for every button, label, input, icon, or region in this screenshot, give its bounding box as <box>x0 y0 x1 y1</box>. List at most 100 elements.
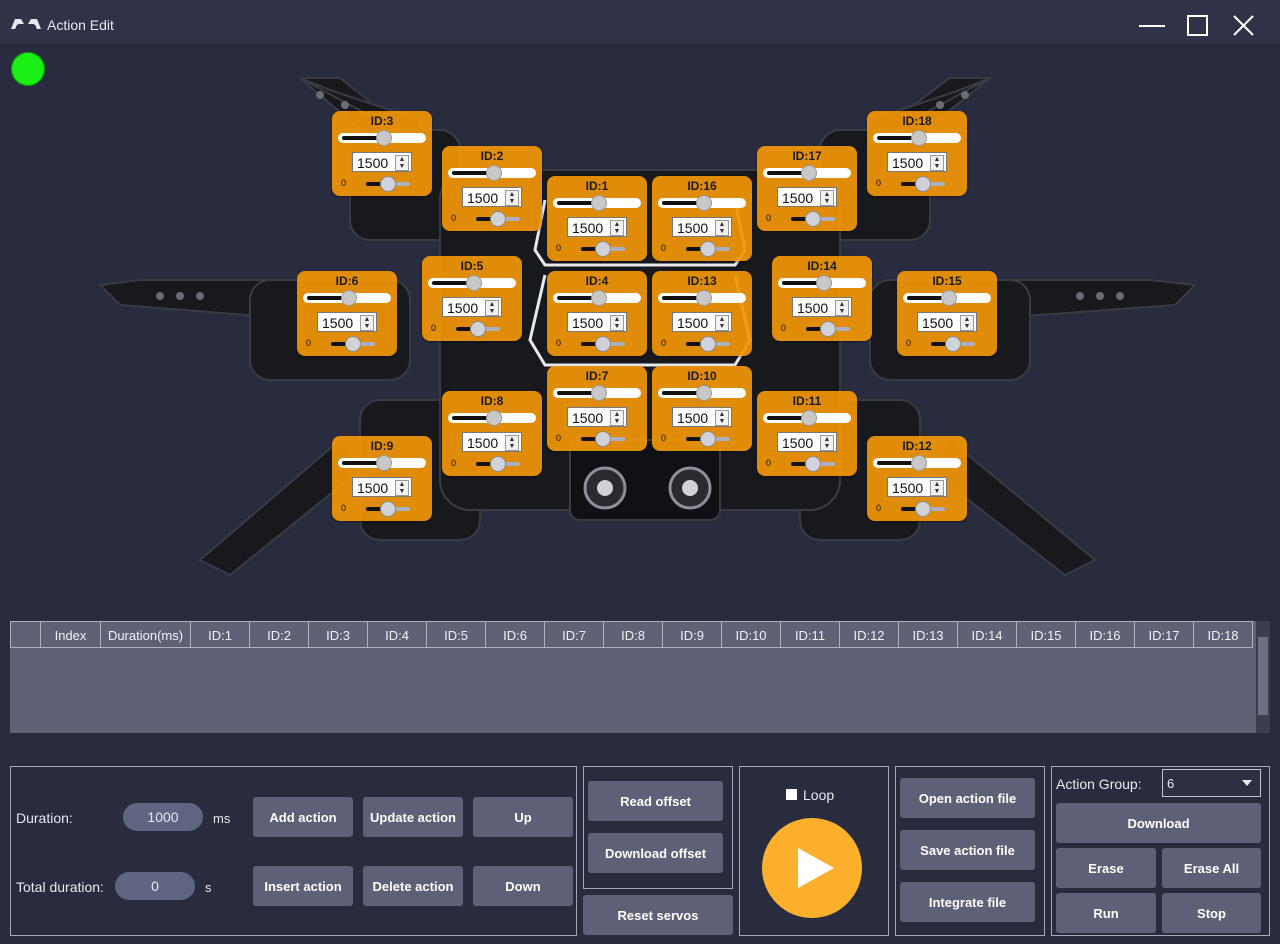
servo-value-spinbox[interactable]: 1500 ▲ ▼ <box>352 477 412 497</box>
run-button[interactable]: Run <box>1056 893 1156 933</box>
minimize-icon[interactable] <box>1137 10 1167 40</box>
close-icon[interactable] <box>1229 10 1259 40</box>
table-column-header[interactable]: ID:3 <box>309 621 368 648</box>
servo-value-spinbox[interactable]: 1500 ▲ ▼ <box>887 152 947 172</box>
delete-action-button[interactable]: Delete action <box>363 866 463 906</box>
table-scrollbar[interactable] <box>1256 621 1270 733</box>
table-column-header[interactable]: Duration(ms) <box>101 621 191 648</box>
spin-arrows-icon[interactable]: ▲ ▼ <box>610 410 624 426</box>
servo-position-slider[interactable] <box>763 410 851 426</box>
servo-position-slider[interactable] <box>658 385 746 401</box>
spin-arrows-icon[interactable]: ▲ ▼ <box>715 220 729 236</box>
servo-value-spinbox[interactable]: 1500 ▲ ▼ <box>442 297 502 317</box>
servo-value-spinbox[interactable]: 1500 ▲ ▼ <box>462 187 522 207</box>
slider-handle[interactable] <box>696 290 712 306</box>
servo-position-slider[interactable] <box>553 290 641 306</box>
spin-arrows-icon[interactable]: ▲ ▼ <box>505 190 519 206</box>
slider-handle[interactable] <box>911 130 927 146</box>
table-column-header[interactable]: ID:8 <box>604 621 663 648</box>
servo-offset-slider[interactable] <box>366 176 410 192</box>
spin-arrows-icon[interactable]: ▲ ▼ <box>835 300 849 316</box>
slider-handle[interactable] <box>700 336 716 352</box>
slider-handle[interactable] <box>591 385 607 401</box>
servo-offset-slider[interactable] <box>366 501 410 517</box>
slider-handle[interactable] <box>490 211 506 227</box>
servo-value-spinbox[interactable]: 1500 ▲ ▼ <box>672 312 732 332</box>
servo-position-slider[interactable] <box>303 290 391 306</box>
table-column-header[interactable]: ID:4 <box>368 621 427 648</box>
slider-handle[interactable] <box>945 336 961 352</box>
slider-handle[interactable] <box>700 431 716 447</box>
table-column-header[interactable]: ID:12 <box>840 621 899 648</box>
servo-position-slider[interactable] <box>338 130 426 146</box>
table-column-header[interactable]: ID:1 <box>191 621 250 648</box>
save-action-file-button[interactable]: Save action file <box>900 830 1035 870</box>
slider-handle[interactable] <box>341 290 357 306</box>
slider-handle[interactable] <box>696 195 712 211</box>
spin-arrows-icon[interactable]: ▲ ▼ <box>820 435 834 451</box>
spin-arrows-icon[interactable]: ▲ ▼ <box>930 155 944 171</box>
spin-arrows-icon[interactable]: ▲ ▼ <box>395 155 409 171</box>
update-action-button[interactable]: Update action <box>363 797 463 837</box>
servo-value-spinbox[interactable]: 1500 ▲ ▼ <box>317 312 377 332</box>
table-column-header[interactable]: ID:16 <box>1076 621 1135 648</box>
servo-offset-slider[interactable] <box>581 431 625 447</box>
servo-offset-slider[interactable] <box>476 456 520 472</box>
integrate-file-button[interactable]: Integrate file <box>900 882 1035 922</box>
servo-position-slider[interactable] <box>448 165 536 181</box>
servo-position-slider[interactable] <box>658 290 746 306</box>
table-column-header[interactable]: ID:17 <box>1135 621 1194 648</box>
table-column-header[interactable]: ID:13 <box>899 621 958 648</box>
servo-offset-slider[interactable] <box>806 321 850 337</box>
move-down-button[interactable]: Down <box>473 866 573 906</box>
servo-position-slider[interactable] <box>778 275 866 291</box>
servo-value-spinbox[interactable]: 1500 ▲ ▼ <box>887 477 947 497</box>
servo-offset-slider[interactable] <box>331 336 375 352</box>
table-column-header[interactable]: ID:7 <box>545 621 604 648</box>
slider-handle[interactable] <box>915 501 931 517</box>
slider-handle[interactable] <box>801 410 817 426</box>
spin-arrows-icon[interactable]: ▲ ▼ <box>930 480 944 496</box>
table-column-header[interactable]: ID:2 <box>250 621 309 648</box>
stop-button[interactable]: Stop <box>1162 893 1261 933</box>
erase-all-button[interactable]: Erase All <box>1162 848 1261 888</box>
servo-value-spinbox[interactable]: 1500 ▲ ▼ <box>567 217 627 237</box>
servo-offset-slider[interactable] <box>686 241 730 257</box>
servo-value-spinbox[interactable]: 1500 ▲ ▼ <box>567 312 627 332</box>
servo-offset-slider[interactable] <box>456 321 500 337</box>
reset-servos-button[interactable]: Reset servos <box>583 895 733 935</box>
read-offset-button[interactable]: Read offset <box>588 781 723 821</box>
servo-value-spinbox[interactable]: 1500 ▲ ▼ <box>567 407 627 427</box>
servo-offset-slider[interactable] <box>686 336 730 352</box>
download-group-button[interactable]: Download <box>1056 803 1261 843</box>
servo-offset-slider[interactable] <box>791 456 835 472</box>
servo-position-slider[interactable] <box>338 455 426 471</box>
servo-value-spinbox[interactable]: 1500 ▲ ▼ <box>352 152 412 172</box>
servo-offset-slider[interactable] <box>581 336 625 352</box>
slider-handle[interactable] <box>595 431 611 447</box>
servo-offset-slider[interactable] <box>476 211 520 227</box>
servo-position-slider[interactable] <box>873 455 961 471</box>
servo-offset-slider[interactable] <box>901 501 945 517</box>
servo-offset-slider[interactable] <box>581 241 625 257</box>
table-scrollbar-thumb[interactable] <box>1258 637 1268 715</box>
table-column-header[interactable]: ID:5 <box>427 621 486 648</box>
servo-position-slider[interactable] <box>873 130 961 146</box>
slider-handle[interactable] <box>376 130 392 146</box>
slider-handle[interactable] <box>805 211 821 227</box>
slider-handle[interactable] <box>376 455 392 471</box>
servo-offset-slider[interactable] <box>931 336 975 352</box>
servo-position-slider[interactable] <box>428 275 516 291</box>
servo-offset-slider[interactable] <box>686 431 730 447</box>
slider-handle[interactable] <box>941 290 957 306</box>
spin-arrows-icon[interactable]: ▲ ▼ <box>610 315 624 331</box>
slider-handle[interactable] <box>486 165 502 181</box>
spin-arrows-icon[interactable]: ▲ ▼ <box>610 220 624 236</box>
table-column-header[interactable] <box>10 621 41 648</box>
add-action-button[interactable]: Add action <box>253 797 353 837</box>
erase-button[interactable]: Erase <box>1056 848 1156 888</box>
servo-value-spinbox[interactable]: 1500 ▲ ▼ <box>672 407 732 427</box>
insert-action-button[interactable]: Insert action <box>253 866 353 906</box>
servo-position-slider[interactable] <box>553 195 641 211</box>
maximize-icon[interactable] <box>1183 10 1213 40</box>
